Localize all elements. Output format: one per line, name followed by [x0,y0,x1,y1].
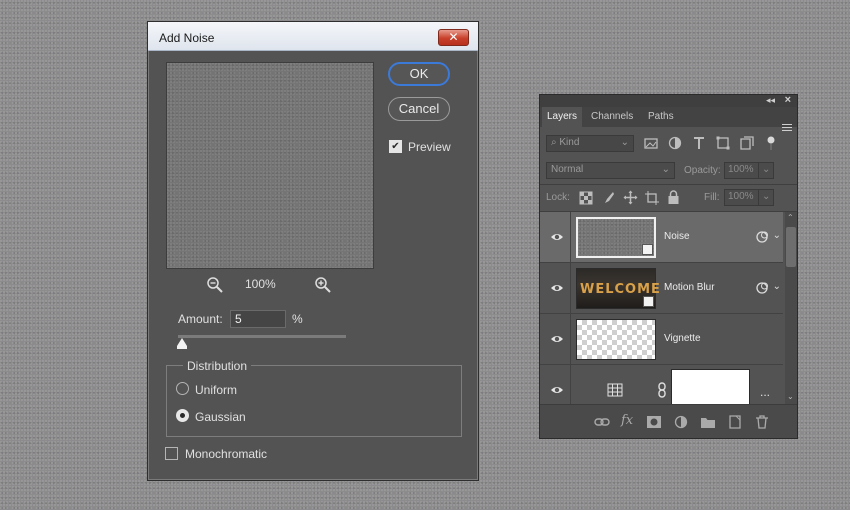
preview-label: Preview [408,140,451,154]
layer-name[interactable]: Vignette [664,333,701,344]
chevron-down-icon[interactable]: ⌄ [773,281,781,292]
smart-filter-icon[interactable] [755,281,769,295]
distribution-group [166,365,462,437]
fill-dropdown[interactable]: ⌄ [758,189,774,206]
trash-icon[interactable] [754,415,770,429]
scroll-down-icon[interactable]: ⌄ [787,392,794,401]
preview-area[interactable] [166,62,374,269]
amount-slider-thumb-base[interactable] [177,346,187,349]
eye-icon[interactable] [550,384,564,396]
opacity-dropdown[interactable]: ⌄ [758,162,774,179]
adjustment-layer-icon[interactable] [673,415,689,429]
smart-object-filter-icon[interactable] [739,135,755,151]
preview-checkbox[interactable]: ✔ [389,140,402,153]
layer-row-vignette[interactable]: Vignette [540,314,783,365]
fx-icon[interactable]: fx [621,413,637,428]
adjustment-filter-icon[interactable] [667,135,683,151]
monochromatic-checkbox[interactable] [165,447,178,460]
link-icon[interactable] [657,382,667,398]
thumbnail-text: WELCOME [580,282,661,297]
chevron-down-icon: ⌄ [620,137,629,148]
scrollbar-thumb[interactable] [786,227,796,267]
layer-thumbnail[interactable]: WELCOME [576,268,660,309]
chevron-down-icon[interactable]: ⌄ [773,230,781,241]
tab-paths[interactable]: Paths [643,107,679,127]
gaussian-label: Gaussian [195,410,246,424]
fill-label: Fill: [704,192,720,203]
panel-tabs: Layers Channels Paths [540,107,797,131]
layers-panel: ◂◂ × Layers Channels Paths ⌕ Kind ⌄ Norm… [539,94,798,439]
link-layers-icon[interactable] [594,415,610,429]
dialog-titlebar[interactable]: Add Noise ✕ [148,22,478,51]
layer-row-noise[interactable]: Noise ⌄ [540,212,783,263]
dialog-title: Add Noise [159,31,215,45]
distribution-label: Distribution [183,359,252,373]
layer-name[interactable]: Noise [664,231,690,242]
eye-icon[interactable] [550,231,564,243]
layer-thumbnail[interactable] [576,319,656,360]
add-mask-icon[interactable] [646,415,662,429]
tab-layers[interactable]: Layers [542,107,583,127]
amount-unit: % [292,312,303,326]
smart-filter-icon[interactable] [755,230,769,244]
cancel-button[interactable]: Cancel [388,97,450,121]
more-text: ... [760,385,771,399]
type-filter-icon[interactable] [691,135,707,151]
scroll-up-icon[interactable]: ⌃ [787,213,794,222]
filter-toggle-icon[interactable] [763,135,779,151]
zoom-level: 100% [245,277,276,291]
blend-mode-value: Normal [551,164,584,175]
folder-icon[interactable] [700,415,716,429]
lock-label: Lock: [546,192,570,203]
shape-filter-icon[interactable] [715,135,731,151]
amount-label: Amount: [178,312,223,326]
new-layer-icon[interactable] [727,415,743,429]
smart-object-badge-icon [642,244,653,255]
opacity-label: Opacity: [684,165,721,176]
search-icon: ⌕ [551,137,557,148]
chevron-down-icon: ⌄ [661,164,670,175]
layer-name[interactable]: Motion Blur [664,282,715,293]
lock-transparent-icon[interactable] [579,191,593,205]
lock-pixels-icon[interactable] [601,191,615,205]
blend-mode-select[interactable]: Normal ⌄ [546,162,675,179]
lock-position-icon[interactable] [623,190,638,205]
amount-slider-track[interactable] [178,335,346,338]
zoom-out-icon[interactable] [206,276,224,294]
kind-filter-select[interactable]: ⌕ Kind ⌄ [546,135,634,152]
lock-all-icon[interactable] [667,190,680,205]
panel-topbar[interactable]: ◂◂ × [540,94,797,107]
tab-channels[interactable]: Channels [586,107,638,127]
layer-row-motion-blur[interactable]: WELCOME Motion Blur ⌄ [540,263,783,314]
add-noise-dialog: Add Noise ✕ 100% OK Cancel ✔ Preview Amo… [147,21,479,481]
close-button[interactable]: ✕ [438,29,469,46]
eye-icon[interactable] [550,333,564,345]
eye-icon[interactable] [550,282,564,294]
zoom-in-icon[interactable] [314,276,332,294]
kind-label: Kind [559,137,580,148]
uniform-radio[interactable] [176,382,189,395]
panel-bottom-toolbar: fx [540,404,797,438]
table-icon[interactable] [607,383,623,397]
monochromatic-label: Monochromatic [185,447,268,461]
lock-artboard-icon[interactable] [645,191,659,205]
layer-thumbnail[interactable] [576,217,656,258]
smart-object-badge-icon [643,296,654,307]
amount-slider-thumb[interactable] [177,338,187,346]
pixel-filter-icon[interactable] [643,135,659,151]
panel-menu-icon[interactable] [782,124,792,133]
gaussian-radio[interactable] [176,409,189,422]
ok-button[interactable]: OK [388,62,450,86]
layer-mask-thumbnail[interactable] [671,369,750,407]
amount-input[interactable]: 5 [230,310,286,328]
close-icon[interactable]: × [785,94,791,106]
collapse-icon[interactable]: ◂◂ [766,95,775,106]
uniform-label: Uniform [195,383,238,397]
